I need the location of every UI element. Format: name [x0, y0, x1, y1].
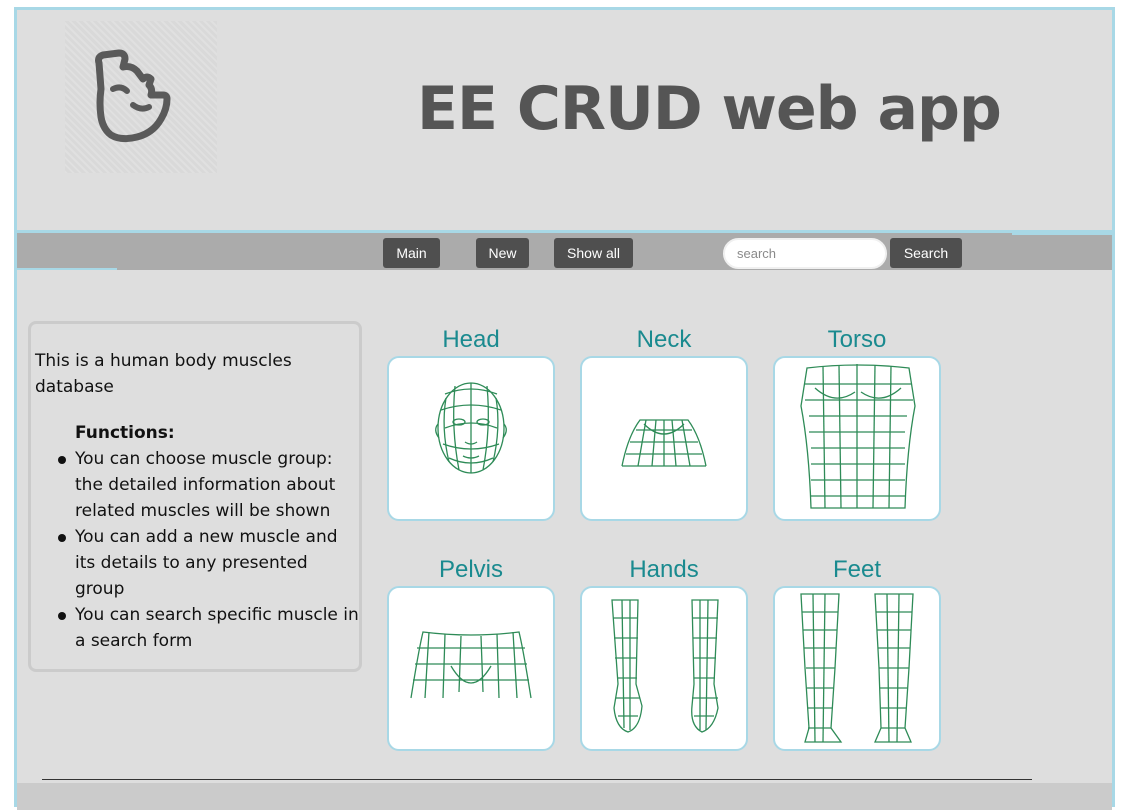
function-text: You can search specific muscle in a sear…: [75, 605, 359, 651]
search-button[interactable]: Search: [890, 238, 962, 268]
nav-edge-right: [1012, 233, 1112, 235]
show-all-button[interactable]: Show all: [554, 238, 633, 268]
neck-title[interactable]: Neck: [580, 326, 748, 354]
function-text: You can add a new muscle and its details…: [75, 527, 338, 599]
nav-bar: Main New Show all Search: [17, 233, 1112, 270]
head-wireframe: [435, 382, 507, 474]
search-input[interactable]: [723, 238, 887, 269]
new-button[interactable]: New: [476, 238, 529, 268]
neck-card[interactable]: [580, 356, 748, 521]
pelvis-wireframe: [410, 631, 532, 699]
bullet-icon: [58, 612, 66, 620]
info-panel: This is a human body muscles database Fu…: [28, 321, 362, 672]
pelvis-title[interactable]: Pelvis: [387, 556, 555, 584]
footer-divider: [42, 779, 1032, 780]
pelvis-card[interactable]: [387, 586, 555, 751]
functions-heading: Functions:: [75, 423, 175, 443]
list-item: You can choose muscle group: the detaile…: [58, 446, 360, 524]
list-item: You can add a new muscle and its details…: [58, 524, 360, 602]
hands-card[interactable]: [580, 586, 748, 751]
torso-title[interactable]: Torso: [773, 326, 941, 354]
functions-list: You can choose muscle group: the detaile…: [58, 446, 360, 654]
function-text: You can choose muscle group: the detaile…: [75, 449, 336, 521]
logo[interactable]: [65, 21, 217, 173]
intro-text: This is a human body muscles database: [35, 351, 292, 397]
nav-edge-left: [17, 268, 117, 270]
footer: [17, 783, 1112, 810]
torso-card[interactable]: [773, 356, 941, 521]
torso-wireframe: [800, 364, 916, 509]
list-item: You can search specific muscle in a sear…: [58, 602, 360, 654]
hands-wireframe: [611, 599, 719, 733]
hands-title[interactable]: Hands: [580, 556, 748, 584]
head-title[interactable]: Head: [387, 326, 555, 354]
main-button[interactable]: Main: [383, 238, 440, 268]
head-card[interactable]: [387, 356, 555, 521]
app-title: EE CRUD web app: [417, 74, 1002, 144]
neck-wireframe: [621, 419, 707, 467]
feet-wireframe: [800, 593, 914, 743]
feet-title[interactable]: Feet: [773, 556, 941, 584]
feet-card[interactable]: [773, 586, 941, 751]
flexed-arm-icon: [95, 49, 171, 143]
bullet-icon: [58, 456, 66, 464]
app-frame: EE CRUD web app Main New Show all Search…: [14, 7, 1115, 810]
bullet-icon: [58, 534, 66, 542]
